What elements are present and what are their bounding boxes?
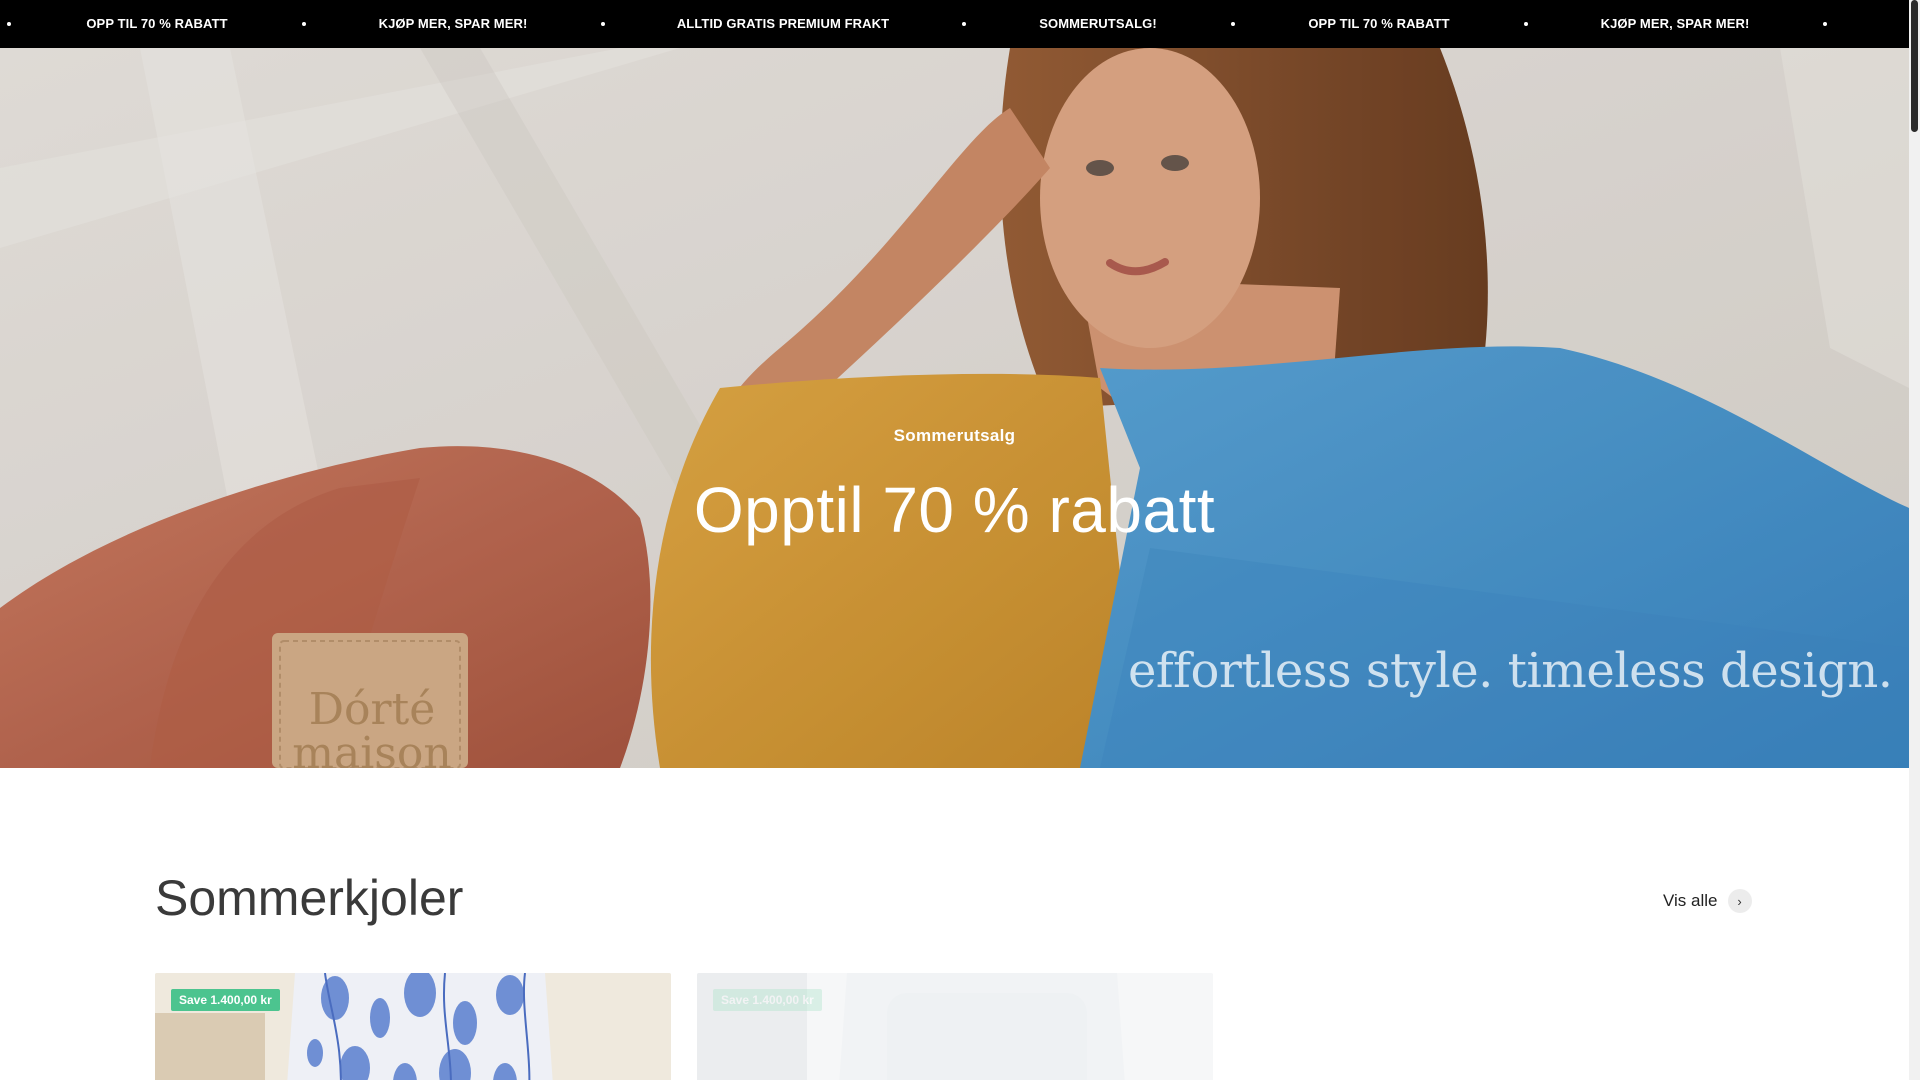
view-all-label: Vis alle	[1663, 891, 1718, 910]
chevron-right-icon: ›	[1727, 889, 1752, 913]
separator-dot	[7, 22, 11, 26]
hero-banner[interactable]: Dórté maison effortless style. timeless …	[0, 48, 1909, 768]
scrollbar-thumb[interactable]	[1911, 0, 1918, 132]
separator-dot	[1231, 22, 1235, 26]
separator-dot	[962, 22, 966, 26]
announcement-item[interactable]: OPP TIL 70 % RABATT	[86, 0, 227, 48]
discount-badge: Save 1.400,00 kr	[171, 989, 280, 1011]
announcement-item[interactable]: KJØP MER, SPAR MER!	[1601, 0, 1750, 48]
announcement-bar: OPP TIL 70 % RABATT KJØP MER, SPAR MER! …	[0, 0, 1909, 48]
hero-overlay-text: effortless style. timeless design.	[1128, 643, 1893, 699]
separator-dot	[601, 22, 605, 26]
view-all-link[interactable]: Vis alle ›	[1663, 889, 1752, 913]
separator-dot	[1823, 22, 1827, 26]
hero-subheading: Sommerutsalg	[893, 426, 1016, 445]
page: OPP TIL 70 % RABATT KJØP MER, SPAR MER! …	[0, 0, 1909, 1080]
page-scrollbar[interactable]	[1909, 0, 1920, 1080]
product-card[interactable]: Save 1.400,00 kr	[697, 973, 1213, 1080]
announcement-item[interactable]: OPP TIL 70 % RABATT	[1308, 0, 1449, 48]
announcement-item[interactable]: SOMMERUTSALG!	[1039, 0, 1157, 48]
product-card[interactable]: Save 1.400,00 kr	[155, 973, 671, 1080]
hero-heading: Opptil 70 % rabatt	[693, 474, 1216, 546]
separator-dot	[1524, 22, 1528, 26]
announcement-item[interactable]: KJØP MER, SPAR MER!	[379, 0, 528, 48]
label-patch-text: Dórté maison	[292, 684, 452, 769]
section-title: Sommerkjoler	[155, 870, 464, 926]
announcement-item[interactable]: ALLTID GRATIS PREMIUM FRAKT	[677, 0, 889, 48]
separator-dot	[302, 22, 306, 26]
discount-badge: Save 1.400,00 kr	[713, 989, 822, 1011]
